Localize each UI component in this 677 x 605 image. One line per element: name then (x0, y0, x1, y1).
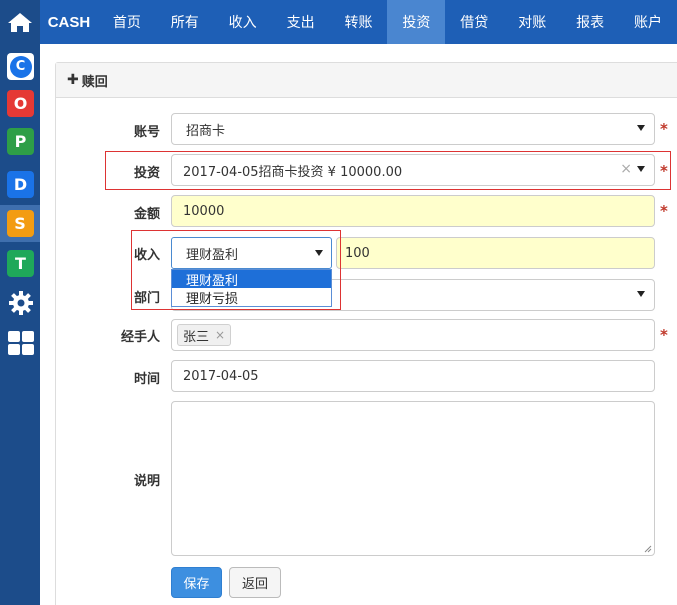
app-c-icon: C (9, 55, 32, 78)
required-mark: * (660, 120, 668, 138)
app-d-icon: D (13, 175, 28, 194)
app-c-button[interactable]: C (7, 53, 34, 80)
account-value: 招商卡 (186, 123, 226, 139)
account-select[interactable]: 招商卡 (171, 113, 655, 145)
account-label: 账号 (133, 125, 160, 140)
clear-icon[interactable]: × (620, 161, 632, 177)
gear-icon (8, 290, 33, 315)
app-t-icon: T (15, 254, 26, 273)
nav-reconcile[interactable]: 对账 (503, 0, 561, 44)
app-d-button[interactable]: D (7, 171, 34, 198)
app-o-button[interactable]: O (7, 90, 34, 117)
left-sidebar: C O P D S T (0, 0, 40, 605)
amount-value: 10000 (183, 203, 225, 219)
chevron-down-icon (637, 166, 645, 172)
handler-tag: 张三 × (177, 324, 232, 346)
remove-tag-icon[interactable]: × (215, 328, 225, 342)
required-mark: * (660, 202, 668, 220)
description-textarea[interactable] (171, 401, 655, 556)
panel-title: 赎回 (81, 74, 108, 90)
time-value: 2017-04-05 (183, 368, 259, 384)
app-p-button[interactable]: P (7, 128, 34, 155)
app-p-icon: P (14, 132, 27, 151)
resize-handle-icon[interactable] (644, 545, 652, 553)
brand-logo[interactable]: CASH (40, 0, 98, 44)
time-label: 时间 (133, 372, 160, 387)
amount-label: 金额 (133, 207, 160, 222)
app-s-icon: S (6, 210, 34, 237)
nav-home[interactable]: 首页 (98, 0, 156, 44)
home-icon (8, 13, 32, 32)
handler-tag-label: 张三 (183, 329, 210, 345)
nav-reports[interactable]: 报表 (561, 0, 619, 44)
chevron-down-icon (637, 125, 645, 131)
time-input[interactable]: 2017-04-05 (171, 360, 655, 392)
save-button[interactable]: 保存 (171, 567, 222, 598)
grid-button[interactable] (7, 329, 34, 356)
app-t-button[interactable]: T (7, 250, 34, 277)
highlight-box (131, 230, 341, 310)
nav-income[interactable]: 收入 (214, 0, 272, 44)
plus-icon: ✚ (67, 72, 79, 88)
required-mark: * (660, 162, 668, 180)
investment-label: 投资 (133, 166, 160, 181)
grid-icon (7, 330, 34, 355)
nav-investment[interactable]: 投资 (387, 0, 446, 44)
app-s-button[interactable]: S (0, 205, 40, 242)
required-mark: * (660, 326, 668, 344)
chevron-down-icon (637, 291, 645, 297)
app-o-icon: O (13, 94, 28, 113)
back-button[interactable]: 返回 (229, 567, 281, 598)
panel-heading: ✚ 赎回 (56, 63, 677, 98)
amount-input[interactable]: 10000 (171, 195, 655, 227)
nav-transfer[interactable]: 转账 (330, 0, 388, 44)
income-amount-input[interactable]: 100 (336, 237, 655, 269)
nav-accounts[interactable]: 账户 (619, 0, 677, 44)
nav-expense[interactable]: 支出 (272, 0, 330, 44)
nav-all[interactable]: 所有 (156, 0, 214, 44)
home-button[interactable] (0, 0, 40, 44)
top-navbar: CASH 首页 所有 收入 支出 转账 投资 借贷 对账 报表 账户 (40, 0, 677, 44)
settings-button[interactable] (7, 289, 34, 316)
income-amount-value: 100 (345, 245, 370, 261)
handler-label: 经手人 (120, 330, 160, 345)
investment-select[interactable]: 2017-04-05招商卡投资 ¥ 10000.00 × (171, 154, 655, 186)
investment-value: 2017-04-05招商卡投资 ¥ 10000.00 (183, 164, 403, 180)
nav-loan[interactable]: 借贷 (445, 0, 503, 44)
description-label: 说明 (133, 474, 160, 489)
handler-multiselect[interactable]: 张三 × (171, 319, 655, 351)
